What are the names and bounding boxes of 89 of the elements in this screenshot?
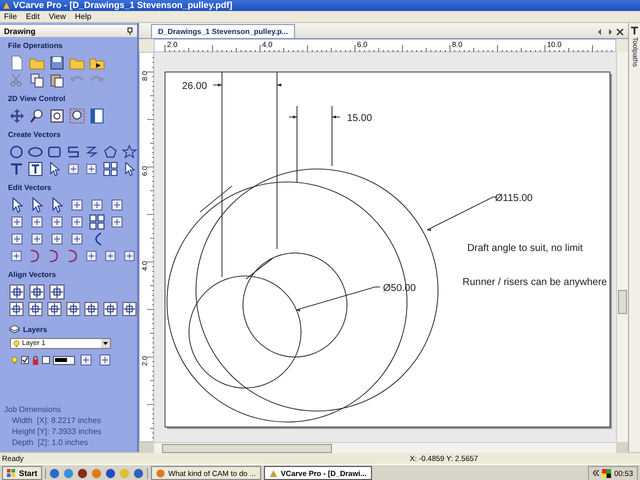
dropdown-arrow-icon[interactable] [101, 339, 110, 348]
tool-icon[interactable] [49, 214, 65, 230]
job-dimension-text: Height [Y]: 7.3933 inches [11, 426, 102, 437]
checkbox[interactable] [21, 356, 29, 364]
vertical-scrollbar[interactable] [616, 52, 628, 442]
rectangle-icon[interactable] [46, 144, 62, 160]
pin-icon[interactable] [127, 27, 133, 35]
tray-icon[interactable] [602, 468, 612, 478]
tool-icon[interactable] [69, 214, 85, 230]
tool-icon[interactable] [103, 248, 118, 264]
job-dimensions-heading: Job Dimensions [4, 404, 62, 415]
dimension-label: 26.00 [182, 81, 208, 92]
tool-icon[interactable] [84, 248, 100, 264]
copy-icon[interactable] [29, 72, 45, 88]
browser-icon [156, 468, 166, 478]
close-icon[interactable] [616, 28, 624, 36]
layers-icon [9, 324, 20, 335]
panel-title: Drawing [4, 26, 36, 36]
paste-icon[interactable] [49, 72, 65, 88]
checkbox[interactable] [42, 356, 50, 364]
align-icon[interactable] [28, 301, 43, 317]
magnifier-icon[interactable] [69, 108, 85, 124]
diameter-label: Ø115.00 [495, 193, 533, 204]
menu-item[interactable]: Edit [26, 11, 40, 22]
note-text: Runner / risers can be anywhere [462, 277, 607, 288]
tool-icon[interactable] [9, 248, 24, 264]
align-icon[interactable] [29, 284, 45, 300]
expand-tray-icon[interactable] [593, 470, 600, 476]
document-icon[interactable] [9, 55, 25, 71]
layer-tool-icon[interactable] [97, 352, 113, 368]
dimension-label: 15.00 [347, 113, 372, 124]
layer-tool-icon[interactable] [78, 352, 94, 368]
tool-icon[interactable] [49, 231, 65, 247]
start-button[interactable]: Start [2, 466, 42, 480]
tool-icon[interactable] [9, 231, 25, 247]
circle-icon[interactable] [9, 144, 24, 160]
align-icon[interactable] [46, 301, 62, 317]
note-text: Draft angle to suit, no limit [467, 243, 583, 254]
tool-icon[interactable] [84, 161, 100, 177]
menu-item[interactable]: Help [74, 11, 92, 22]
ruler-corner [139, 442, 154, 453]
polygon-icon[interactable] [103, 144, 118, 160]
align-icon[interactable] [84, 301, 100, 317]
tool-icon[interactable] [122, 248, 138, 264]
grid-icon[interactable] [89, 214, 105, 230]
text-icon[interactable] [9, 161, 24, 177]
bulb-icon [11, 356, 18, 364]
grid-icon[interactable] [103, 161, 118, 177]
tool-icon[interactable] [69, 231, 85, 247]
ellipse-icon[interactable] [28, 144, 43, 160]
app-logo-icon [268, 468, 278, 478]
text-icon [630, 26, 639, 35]
tool-icon[interactable] [69, 197, 85, 213]
align-icon[interactable] [9, 284, 25, 300]
tool-icon[interactable] [29, 231, 45, 247]
job-dimension-text: Width [X]: 8.2217 inches [11, 415, 102, 426]
tool-icon[interactable] [89, 197, 105, 213]
magnifier-icon[interactable] [29, 108, 45, 124]
align-icon[interactable] [66, 301, 80, 317]
menu-item[interactable]: View [48, 11, 66, 22]
lock-icon [32, 356, 39, 364]
bulb-icon [13, 340, 20, 348]
text-box-icon[interactable] [28, 161, 43, 177]
panel-icon[interactable] [89, 108, 105, 124]
windows-flag-icon [7, 468, 16, 478]
scroll-right-icon[interactable] [606, 28, 614, 36]
job-dimension-text: Depth [Z]: 1.0 inches [11, 437, 90, 448]
tool-icon[interactable] [9, 214, 25, 230]
color-picker[interactable] [53, 356, 75, 364]
tool-icon[interactable] [109, 197, 125, 213]
align-icon[interactable] [122, 301, 138, 317]
zoom-frame-icon[interactable] [49, 108, 65, 124]
save-icon[interactable] [49, 55, 65, 71]
star-icon[interactable] [122, 144, 138, 160]
scroll-left-icon[interactable] [596, 28, 604, 36]
polyline-icon[interactable] [66, 144, 80, 160]
menu-item[interactable]: File [4, 11, 17, 22]
align-icon[interactable] [9, 301, 24, 317]
curve-icon[interactable] [84, 144, 100, 160]
move-icon[interactable] [9, 108, 25, 124]
align-icon[interactable] [49, 284, 65, 300]
app-icon[interactable] [77, 468, 88, 478]
scrollbar-corner [616, 442, 628, 453]
tool-icon[interactable] [109, 214, 125, 230]
horizontal-scrollbar[interactable] [154, 442, 616, 453]
window-title: VCarve Pro - [D_Drawings_1 Stevenson_pulley.pdf] [13, 0, 232, 11]
align-icon[interactable] [103, 301, 118, 317]
tool-icon[interactable] [29, 214, 45, 230]
tool-icon[interactable] [66, 161, 80, 177]
